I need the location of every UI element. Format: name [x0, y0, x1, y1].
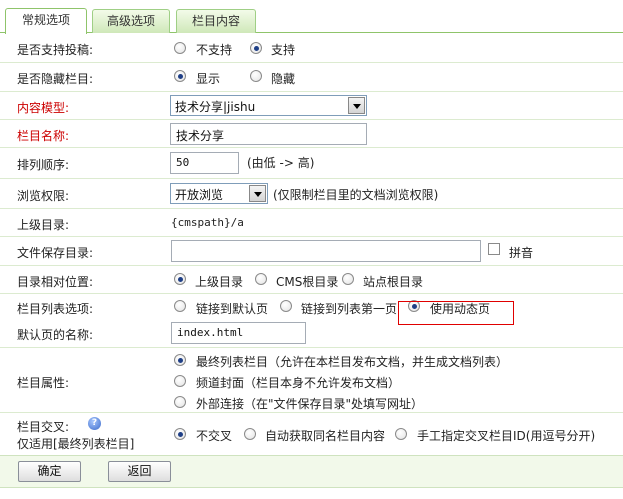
pinyin-checkbox[interactable]	[488, 243, 500, 255]
link-first-page-option-label: 链接到列表第一页	[301, 302, 398, 316]
show-radio[interactable]	[174, 70, 186, 82]
column-attr-label: 栏目属性:	[17, 376, 70, 390]
chevron-down-icon[interactable]	[348, 97, 365, 114]
list-option-label: 栏目列表选项:	[17, 302, 94, 316]
cms-root-option-label: CMS根目录	[276, 275, 339, 289]
save-dir-input[interactable]	[171, 240, 481, 262]
row-cross: 栏目交叉: ? 仅适用[最终列表栏目] 不交叉 自动获取同名栏目内容 手工指定交…	[0, 413, 623, 455]
tab-content[interactable]: 栏目内容	[176, 9, 256, 33]
cross-sublabel: 仅适用[最终列表栏目]	[17, 437, 135, 451]
external-link-option-label: 外部连接（在"文件保存目录"处填写网址）	[196, 397, 424, 411]
row-parent-dir: 上级目录: {cmspath}/a	[0, 209, 623, 237]
link-first-page-radio[interactable]	[280, 300, 292, 312]
parent-dir-label: 上级目录:	[17, 218, 70, 232]
hide-column-label: 是否隐藏栏目:	[17, 72, 94, 86]
no-cross-option-label: 不交叉	[196, 429, 233, 443]
manual-cross-radio[interactable]	[395, 428, 407, 440]
save-dir-label: 文件保存目录:	[17, 246, 94, 260]
cross-label: 栏目交叉:	[17, 420, 70, 434]
browse-perm-hint: (仅限制栏目里的文档浏览权限)	[273, 188, 439, 202]
content-model-select[interactable]: 技术分享|jishu	[170, 95, 367, 116]
site-root-radio[interactable]	[342, 273, 354, 285]
link-default-radio[interactable]	[174, 300, 186, 312]
sort-order-input[interactable]: 50	[170, 152, 239, 174]
button-bar: 确定 返回	[0, 455, 623, 488]
hide-option-label: 隐藏	[271, 72, 296, 86]
row-content-model: 内容模型: 技术分享|jishu	[0, 92, 623, 120]
browse-perm-select[interactable]: 开放浏览	[170, 183, 268, 204]
manual-cross-option-label: 手工指定交叉栏目ID(用逗号分开)	[417, 429, 596, 443]
column-name-label: 栏目名称:	[17, 129, 70, 143]
row-column-name: 栏目名称: 技术分享	[0, 120, 623, 148]
row-allow-submit: 是否支持投稿: 不支持 支持	[0, 34, 623, 63]
parent-dir-radio[interactable]	[174, 273, 186, 285]
final-list-radio[interactable]	[174, 354, 186, 366]
show-option-label: 显示	[196, 72, 221, 86]
help-icon[interactable]: ?	[88, 417, 101, 430]
content-model-value: 技术分享|jishu	[175, 100, 256, 114]
row-column-attr: 栏目属性: 最终列表栏目（允许在本栏目发布文档，并生成文档列表） 频道封面（栏目…	[0, 348, 623, 413]
content-model-label: 内容模型:	[17, 101, 70, 115]
parent-dir-option-label: 上级目录	[195, 275, 244, 289]
allow-submit-yes-radio[interactable]	[250, 42, 262, 54]
sort-order-hint: (由低 -> 高)	[247, 156, 315, 170]
relative-pos-label: 目录相对位置:	[17, 275, 94, 289]
parent-dir-value: {cmspath}/a	[171, 216, 244, 229]
pinyin-label: 拼音	[509, 246, 534, 260]
column-name-input[interactable]: 技术分享	[170, 123, 367, 145]
allow-submit-yes-label: 支持	[271, 43, 296, 57]
tab-bar: 常规选项 高级选项 栏目内容	[0, 0, 623, 34]
default-page-label: 默认页的名称:	[17, 328, 94, 342]
confirm-button[interactable]: 确定	[18, 461, 81, 482]
auto-cross-option-label: 自动获取同名栏目内容	[265, 429, 386, 443]
tab-general[interactable]: 常规选项	[5, 8, 87, 34]
row-relative-pos: 目录相对位置: 上级目录 CMS根目录 站点根目录	[0, 266, 623, 294]
allow-submit-label: 是否支持投稿:	[17, 43, 94, 57]
row-list-option: 栏目列表选项: 链接到默认页 链接到列表第一页 使用动态页	[0, 294, 623, 318]
sort-order-label: 排列顺序:	[17, 158, 70, 172]
row-default-page: 默认页的名称: index.html	[0, 318, 623, 348]
site-root-option-label: 站点根目录	[363, 275, 424, 289]
external-link-radio[interactable]	[174, 396, 186, 408]
auto-cross-radio[interactable]	[244, 428, 256, 440]
browse-perm-label: 浏览权限:	[17, 189, 70, 203]
row-hide-column: 是否隐藏栏目: 显示 隐藏	[0, 63, 623, 92]
channel-cover-option-label: 频道封面（栏目本身不允许发布文档）	[196, 376, 401, 390]
back-button[interactable]: 返回	[108, 461, 171, 482]
default-page-input[interactable]: index.html	[171, 322, 306, 344]
link-default-option-label: 链接到默认页	[196, 302, 269, 316]
row-browse-perm: 浏览权限: 开放浏览 (仅限制栏目里的文档浏览权限)	[0, 179, 623, 209]
no-cross-radio[interactable]	[174, 428, 186, 440]
hide-radio[interactable]	[250, 70, 262, 82]
tab-advanced[interactable]: 高级选项	[92, 9, 170, 33]
row-sort-order: 排列顺序: 50 (由低 -> 高)	[0, 148, 623, 179]
cms-root-radio[interactable]	[255, 273, 267, 285]
final-list-option-label: 最终列表栏目（允许在本栏目发布文档，并生成文档列表）	[196, 355, 509, 369]
allow-submit-no-radio[interactable]	[174, 42, 186, 54]
row-save-dir: 文件保存目录: 拼音	[0, 237, 623, 266]
allow-submit-no-label: 不支持	[196, 43, 233, 57]
channel-cover-radio[interactable]	[174, 375, 186, 387]
chevron-down-icon[interactable]	[249, 185, 266, 202]
browse-perm-value: 开放浏览	[175, 188, 224, 202]
